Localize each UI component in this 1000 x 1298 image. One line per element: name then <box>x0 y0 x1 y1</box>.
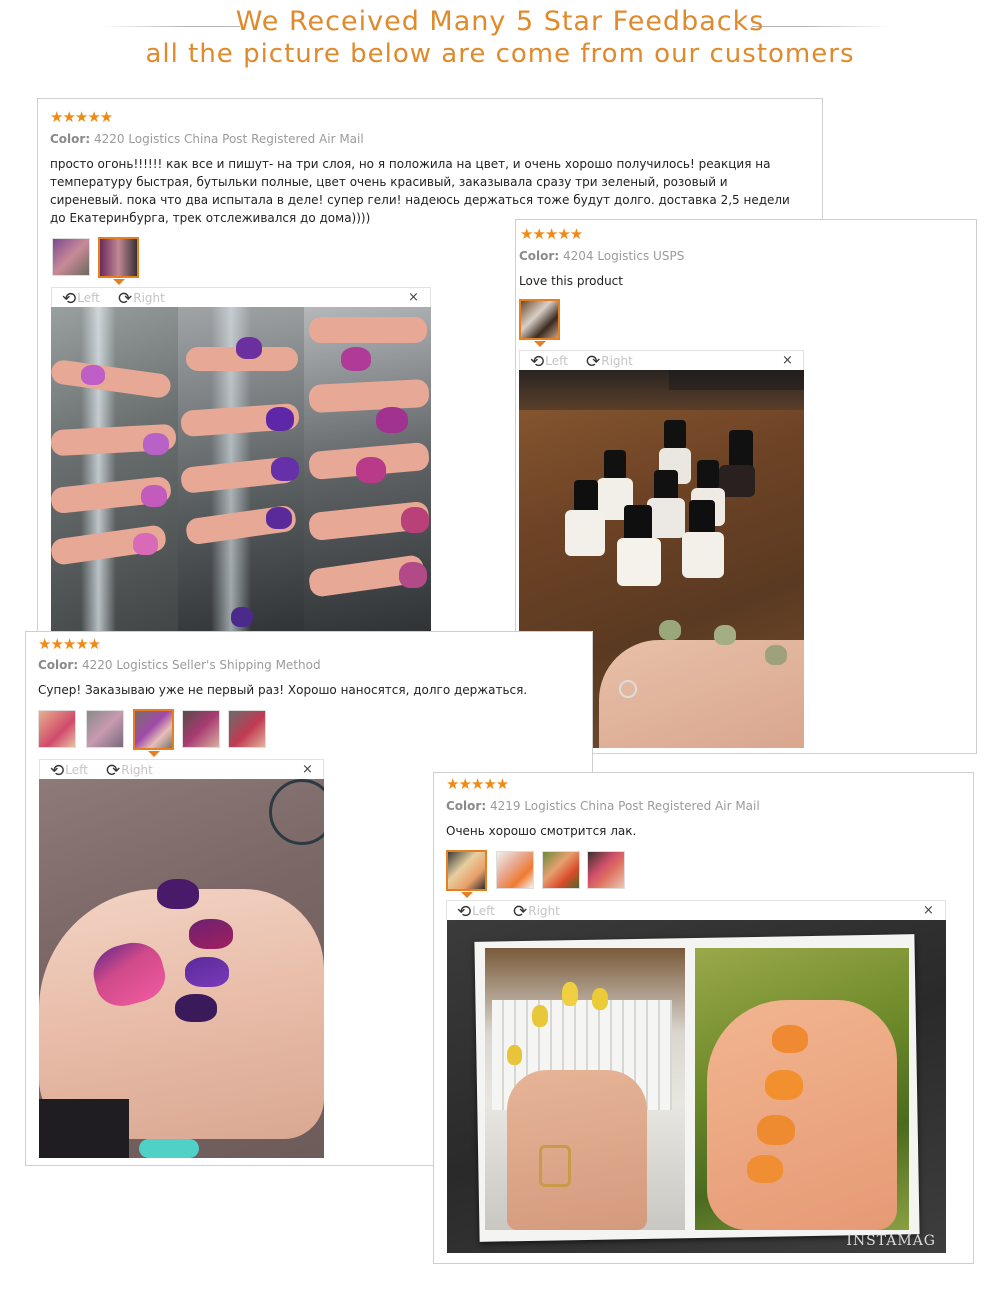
review-thumbnail-selected[interactable] <box>133 709 174 750</box>
review-meta: Color: 4204 Logistics USPS <box>519 249 684 263</box>
rotate-right-button[interactable]: ⟳Right <box>586 352 633 372</box>
review-thumbnail-selected[interactable] <box>446 850 487 891</box>
review-text: Love this product <box>519 274 623 288</box>
color-label: Color: <box>38 658 79 672</box>
review-card-4: ★★★★★ Color: 4219 Logistics China Post R… <box>433 772 974 1264</box>
page-subtitle: all the picture below are come from our … <box>145 39 855 69</box>
watermark-text: INSTAMAG <box>846 1233 936 1249</box>
rotate-right-button[interactable]: ⟳Right <box>513 902 560 922</box>
rotate-left-button[interactable]: ⟲Left <box>50 761 88 781</box>
rating-stars: ★★★★★ <box>520 225 583 243</box>
review-thumbnail-selected[interactable] <box>98 237 139 278</box>
rotate-left-button[interactable]: ⟲Left <box>457 902 495 922</box>
image-viewer-toolbar: ⟲Left ⟳Right × <box>446 900 946 922</box>
review-photo <box>39 779 324 1158</box>
rotate-right-button[interactable]: ⟳Right <box>118 289 165 309</box>
rotate-right-icon: ⟳ <box>106 761 121 781</box>
review-photo <box>51 307 431 637</box>
rotate-right-button[interactable]: ⟳Right <box>106 761 153 781</box>
logistics-info: Logistics Seller's Shipping Method <box>116 658 321 672</box>
close-viewer-button[interactable]: × <box>408 290 419 305</box>
color-value: 4204 <box>562 249 594 263</box>
close-viewer-button[interactable]: × <box>302 762 313 777</box>
close-viewer-button[interactable]: × <box>782 353 793 368</box>
rotate-left-label: Left <box>545 354 568 368</box>
rotate-right-icon: ⟳ <box>118 289 133 309</box>
rating-stars: ★★★★★ <box>38 635 101 653</box>
close-viewer-button[interactable]: × <box>923 903 934 918</box>
color-label: Color: <box>519 249 560 263</box>
review-meta: Color: 4219 Logistics China Post Registe… <box>446 799 760 813</box>
review-thumbnail[interactable] <box>86 710 124 748</box>
rotate-right-icon: ⟳ <box>513 902 528 922</box>
review-thumbnail[interactable] <box>228 710 266 748</box>
color-label: Color: <box>50 132 91 146</box>
review-photo: INSTAMAG <box>447 920 946 1253</box>
rotate-right-label: Right <box>121 763 153 777</box>
rating-stars: ★★★★★ <box>446 775 509 793</box>
thumb-pointer <box>534 341 546 347</box>
rotate-left-button[interactable]: ⟲Left <box>62 289 100 309</box>
color-value: 4220 <box>81 658 113 672</box>
review-text: просто огонь!!!!!! как все и пишут- на т… <box>50 157 790 225</box>
color-value: 4220 <box>93 132 125 146</box>
review-text: Очень хорошо смотрится лак. <box>446 824 637 838</box>
color-label: Color: <box>446 799 487 813</box>
rotate-right-label: Right <box>133 291 165 305</box>
thumb-pointer <box>113 279 125 285</box>
review-thumbnail[interactable] <box>38 710 76 748</box>
review-text: Супер! Заказываю уже не первый раз! Хоро… <box>38 683 528 697</box>
review-thumbnail[interactable] <box>587 851 625 889</box>
rotate-right-label: Right <box>528 904 560 918</box>
rotate-left-icon: ⟲ <box>62 289 77 309</box>
rotate-left-label: Left <box>77 291 100 305</box>
thumb-pointer <box>148 751 160 757</box>
thumb-pointer <box>461 892 473 898</box>
rotate-right-label: Right <box>601 354 633 368</box>
page-title: We Received Many 5 Star Feedbacks <box>235 6 765 37</box>
review-thumbnail[interactable] <box>52 238 90 276</box>
rotate-left-icon: ⟲ <box>530 352 545 372</box>
image-viewer-toolbar: ⟲Left ⟳Right × <box>39 759 324 781</box>
rotate-right-icon: ⟳ <box>586 352 601 372</box>
rotate-left-icon: ⟲ <box>457 902 472 922</box>
review-thumbnail[interactable] <box>496 851 534 889</box>
rotate-left-label: Left <box>472 904 495 918</box>
logistics-info: Logistics China Post Registered Air Mail <box>128 132 364 146</box>
review-thumbnail[interactable] <box>182 710 220 748</box>
review-meta: Color: 4220 Logistics Seller's Shipping … <box>38 658 321 672</box>
logistics-info: Logistics USPS <box>597 249 685 263</box>
rotate-left-label: Left <box>65 763 88 777</box>
color-value: 4219 <box>489 799 521 813</box>
review-thumbnail-selected[interactable] <box>519 299 560 340</box>
image-viewer-toolbar: ⟲Left ⟳Right × <box>51 287 431 309</box>
review-thumbnail[interactable] <box>542 851 580 889</box>
review-meta: Color: 4220 Logistics China Post Registe… <box>50 132 364 146</box>
image-viewer-toolbar: ⟲Left ⟳Right × <box>519 350 804 372</box>
rating-stars: ★★★★★ <box>50 108 113 126</box>
logistics-info: Logistics China Post Registered Air Mail <box>524 799 760 813</box>
rotate-left-icon: ⟲ <box>50 761 65 781</box>
rotate-left-button[interactable]: ⟲Left <box>530 352 568 372</box>
